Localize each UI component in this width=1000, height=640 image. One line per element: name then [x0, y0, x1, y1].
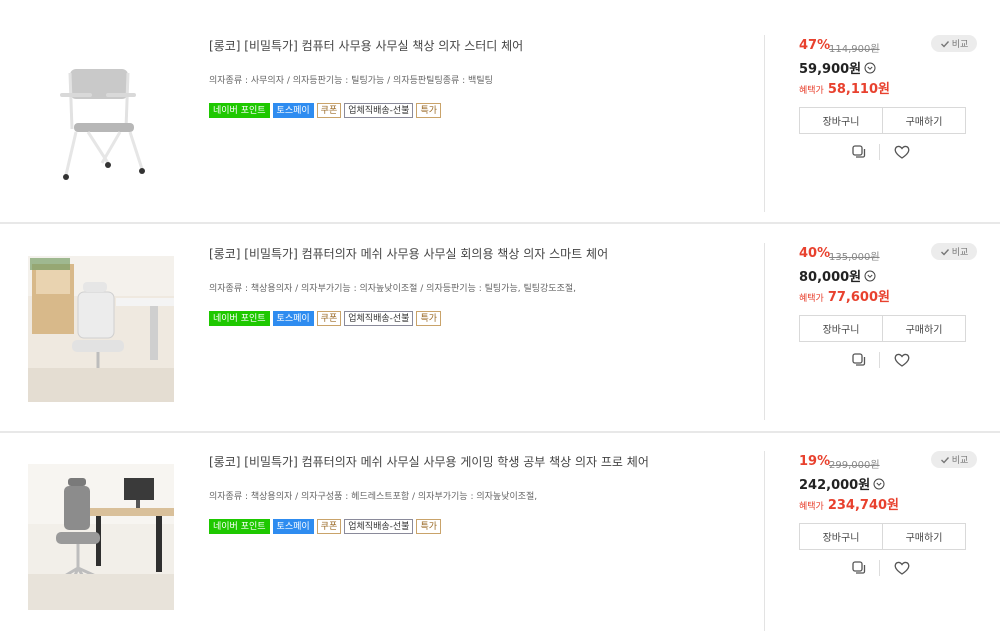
duplicate-icon[interactable]: [850, 143, 868, 161]
product-specs: 의자종류 : 책상용의자 / 의자구성품 : 헤드레스트포함 / 의자부가기능 …: [209, 492, 538, 502]
buy-button[interactable]: 구매하기: [882, 524, 965, 549]
heart-icon[interactable]: [893, 559, 911, 577]
compare-label: 비교: [951, 456, 969, 466]
benefit-label: 혜택가: [799, 294, 824, 304]
compare-label: 비교: [951, 248, 969, 258]
coupon-badge: 쿠폰: [316, 311, 342, 326]
tosspay-badge: 토스페이: [272, 519, 314, 534]
original-price: 299,000원: [829, 460, 880, 471]
buy-button[interactable]: 구매하기: [882, 316, 965, 341]
benefit-label: 혜택가: [799, 502, 824, 512]
sale-price: 242,000원: [799, 474, 885, 493]
product-title[interactable]: [롱코] [비밀특가] 컴퓨터의자 메쉬 사무실 사무용 게이밍 학생 공부 책…: [209, 453, 649, 470]
special-price-badge: 특가: [416, 519, 442, 534]
icon-divider: [879, 560, 880, 576]
action-buttons: 장바구니 구매하기: [799, 315, 966, 342]
naver-point-badge: 네이버 포인트: [209, 103, 270, 118]
benefit-value: 234,740원: [827, 498, 900, 513]
benefit-value: 58,110원: [827, 82, 890, 97]
product-image[interactable]: [28, 464, 174, 610]
product-title[interactable]: [롱코] [비밀특가] 컴퓨터의자 메쉬 사무용 사무실 회의용 책상 의자 스…: [209, 245, 608, 262]
cart-button[interactable]: 장바구니: [800, 316, 882, 341]
cart-button[interactable]: 장바구니: [800, 524, 882, 549]
special-price-badge: 특가: [416, 103, 442, 118]
sale-price-value: 242,000원: [799, 478, 871, 493]
compare-button[interactable]: 비교: [931, 243, 977, 260]
chevron-down-circle-icon[interactable]: [864, 62, 876, 74]
sale-price: 59,900원: [799, 58, 876, 77]
product-row: [롱코] [비밀특가] 컴퓨터 사무용 사무실 책상 의자 스터디 체어 의자종…: [0, 0, 1000, 222]
compare-button[interactable]: 비교: [931, 451, 977, 468]
original-price: 135,000원: [829, 252, 880, 263]
icon-actions: [850, 143, 911, 161]
check-icon: [940, 248, 949, 256]
action-buttons: 장바구니 구매하기: [799, 523, 966, 550]
column-divider: [764, 451, 765, 631]
duplicate-icon[interactable]: [850, 559, 868, 577]
compare-button[interactable]: 비교: [931, 35, 977, 52]
discount-rate: 19%: [799, 454, 831, 469]
tosspay-badge: 토스페이: [272, 103, 314, 118]
discount-rate: 47%: [799, 38, 831, 53]
heart-icon[interactable]: [893, 143, 911, 161]
cart-button[interactable]: 장바구니: [800, 108, 882, 133]
coupon-badge: 쿠폰: [316, 103, 342, 118]
product-title[interactable]: [롱코] [비밀특가] 컴퓨터 사무용 사무실 책상 의자 스터디 체어: [209, 37, 523, 54]
benefit-price: 혜택가 58,110원: [799, 78, 890, 97]
chevron-down-circle-icon[interactable]: [873, 478, 885, 490]
compare-label: 비교: [951, 40, 969, 50]
coupon-badge: 쿠폰: [316, 519, 342, 534]
shipping-badge: 업체직배송-선불: [344, 519, 414, 534]
benefit-value: 77,600원: [827, 290, 890, 305]
chevron-down-circle-icon[interactable]: [864, 270, 876, 282]
action-buttons: 장바구니 구매하기: [799, 107, 966, 134]
benefit-price: 혜택가 77,600원: [799, 286, 890, 305]
sale-price-value: 59,900원: [799, 62, 862, 77]
special-price-badge: 특가: [416, 311, 442, 326]
shipping-badge: 업체직배송-선불: [344, 311, 414, 326]
product-specs: 의자종류 : 책상용의자 / 의자부가기능 : 의자높낮이조절 / 의자등판기능…: [209, 284, 576, 294]
heart-icon[interactable]: [893, 351, 911, 369]
badge-row: 네이버 포인트 토스페이 쿠폰 업체직배송-선불 특가: [209, 519, 442, 534]
naver-point-badge: 네이버 포인트: [209, 519, 270, 534]
icon-actions: [850, 559, 911, 577]
check-icon: [940, 40, 949, 48]
badge-row: 네이버 포인트 토스페이 쿠폰 업체직배송-선불 특가: [209, 103, 442, 118]
column-divider: [764, 243, 765, 420]
check-icon: [940, 456, 949, 464]
benefit-label: 혜택가: [799, 86, 824, 96]
icon-divider: [879, 144, 880, 160]
benefit-price: 혜택가 234,740원: [799, 494, 899, 513]
product-row: [롱코] [비밀특가] 컴퓨터의자 메쉬 사무실 사무용 게이밍 학생 공부 책…: [0, 433, 1000, 640]
sale-price: 80,000원: [799, 266, 876, 285]
buy-button[interactable]: 구매하기: [882, 108, 965, 133]
product-specs: 의자종류 : 사무의자 / 의자등판기능 : 틸팅가능 / 의자등판틸팅종류 :…: [209, 76, 493, 86]
discount-rate: 40%: [799, 246, 831, 261]
duplicate-icon[interactable]: [850, 351, 868, 369]
sale-price-value: 80,000원: [799, 270, 862, 285]
shipping-badge: 업체직배송-선불: [344, 103, 414, 118]
original-price: 114,900원: [829, 44, 880, 55]
tosspay-badge: 토스페이: [272, 311, 314, 326]
product-row: [롱코] [비밀특가] 컴퓨터의자 메쉬 사무용 사무실 회의용 책상 의자 스…: [0, 224, 1000, 431]
naver-point-badge: 네이버 포인트: [209, 311, 270, 326]
icon-actions: [850, 351, 911, 369]
product-image[interactable]: [28, 256, 174, 402]
badge-row: 네이버 포인트 토스페이 쿠폰 업체직배송-선불 특가: [209, 311, 442, 326]
product-image[interactable]: [28, 37, 174, 183]
column-divider: [764, 35, 765, 212]
icon-divider: [879, 352, 880, 368]
